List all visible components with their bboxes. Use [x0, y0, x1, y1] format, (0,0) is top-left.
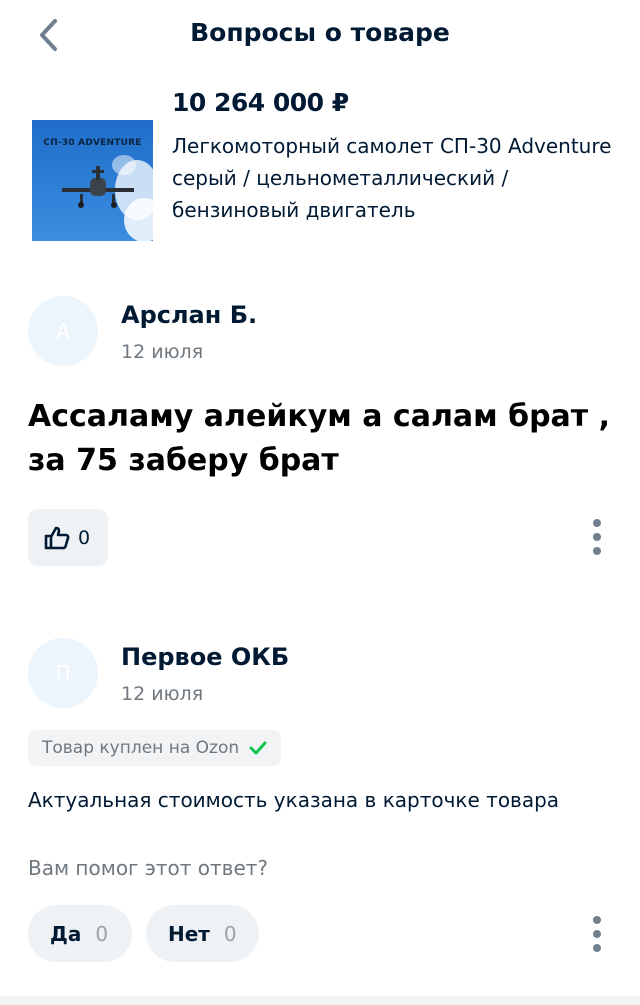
answer-date: 12 июля — [121, 683, 204, 705]
product-image-caption: СП-30 ADVENTURE — [43, 138, 142, 148]
product-image[interactable]: СП-30 ADVENTURE — [32, 120, 153, 241]
helpful-prompt: Вам помог этот ответ? — [28, 856, 269, 880]
yes-button[interactable]: Да 0 — [28, 905, 132, 962]
more-vertical-icon — [593, 916, 601, 924]
answer-more-button[interactable] — [582, 912, 612, 956]
avatar: А — [28, 296, 98, 366]
answer-author: Первое ОКБ — [121, 643, 290, 671]
purchased-badge-label: Товар куплен на Ozon — [42, 738, 240, 758]
question-author: Арслан Б. — [121, 301, 258, 329]
bottom-divider — [0, 996, 640, 1005]
question-text: Ассаламу алейкум а салам брат , за 75 за… — [28, 399, 611, 478]
product-price: 10 264 000 ₽ — [172, 88, 349, 117]
yes-count: 0 — [95, 921, 109, 946]
thumbs-up-icon — [44, 526, 70, 549]
product-card[interactable]: СП-30 ADVENTURE 10 264 000 ₽ Легкомоторн… — [32, 88, 622, 258]
no-label: Нет — [168, 921, 210, 946]
no-button[interactable]: Нет 0 — [146, 905, 259, 962]
product-description[interactable]: Легкомоторный самолет СП-30 Adventure се… — [172, 130, 612, 226]
yes-label: Да — [50, 921, 82, 946]
header: Вопросы о товаре — [0, 0, 640, 70]
check-icon — [249, 741, 267, 755]
avatar: П — [28, 638, 98, 708]
like-count: 0 — [78, 526, 91, 549]
answer-text: Актуальная стоимость указана в карточке … — [28, 788, 560, 812]
question-date: 12 июля — [121, 341, 204, 363]
more-vertical-icon — [593, 519, 601, 527]
like-button[interactable]: 0 — [28, 509, 108, 566]
purchased-badge: Товар куплен на Ozon — [28, 730, 282, 766]
question-card: А Арслан Б. 12 июля Ассаламу алейкум а с… — [28, 296, 612, 576]
page-title: Вопросы о товаре — [190, 18, 450, 47]
question-more-button[interactable] — [582, 515, 612, 559]
answer-card: П Первое ОКБ 12 июля Товар куплен на Ozo… — [28, 638, 612, 968]
no-count: 0 — [223, 921, 237, 946]
